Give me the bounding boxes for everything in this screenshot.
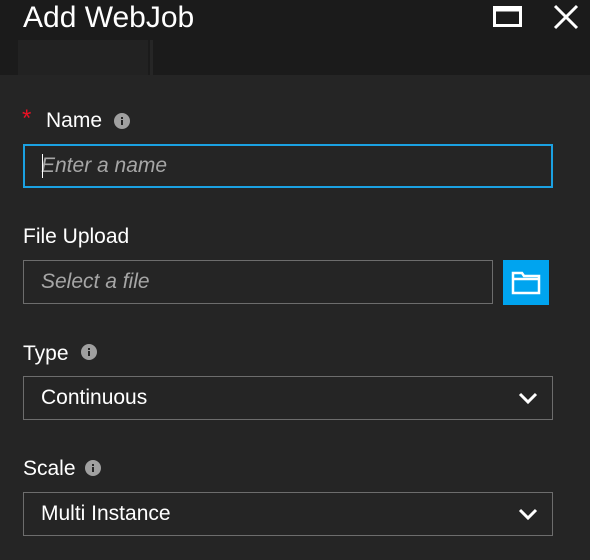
- browse-file-button[interactable]: [503, 260, 549, 305]
- close-icon: [553, 4, 579, 30]
- info-icon[interactable]: [85, 460, 101, 476]
- type-dropdown[interactable]: Continuous: [23, 376, 553, 420]
- info-icon[interactable]: [81, 344, 97, 360]
- header-tab: [18, 40, 148, 75]
- required-marker: *: [22, 105, 32, 132]
- add-webjob-blade: Add WebJob * Name Enter a name File Uplo…: [0, 0, 590, 560]
- blade-title: Add WebJob: [23, 1, 195, 34]
- type-label: Type: [23, 342, 69, 365]
- file-upload-label: File Upload: [23, 225, 130, 248]
- file-upload-input[interactable]: Select a file: [23, 260, 493, 304]
- name-label: Name: [46, 109, 103, 132]
- blade-header: Add WebJob: [0, 0, 590, 75]
- file-upload-placeholder: Select a file: [41, 270, 150, 293]
- maximize-button[interactable]: [493, 2, 523, 32]
- header-divider: [150, 40, 153, 75]
- text-caret: [42, 154, 43, 178]
- type-selected-value: Continuous: [41, 386, 148, 409]
- chevron-down-icon: [518, 392, 538, 405]
- close-button[interactable]: [551, 2, 581, 32]
- scale-selected-value: Multi Instance: [41, 502, 171, 525]
- folder-icon: [511, 271, 541, 295]
- scale-label: Scale: [23, 457, 76, 480]
- name-placeholder: Enter a name: [41, 154, 168, 177]
- maximize-icon: [493, 6, 522, 27]
- name-input[interactable]: Enter a name: [23, 144, 553, 188]
- chevron-down-icon: [518, 508, 538, 521]
- scale-dropdown[interactable]: Multi Instance: [23, 492, 553, 536]
- info-icon[interactable]: [114, 113, 130, 129]
